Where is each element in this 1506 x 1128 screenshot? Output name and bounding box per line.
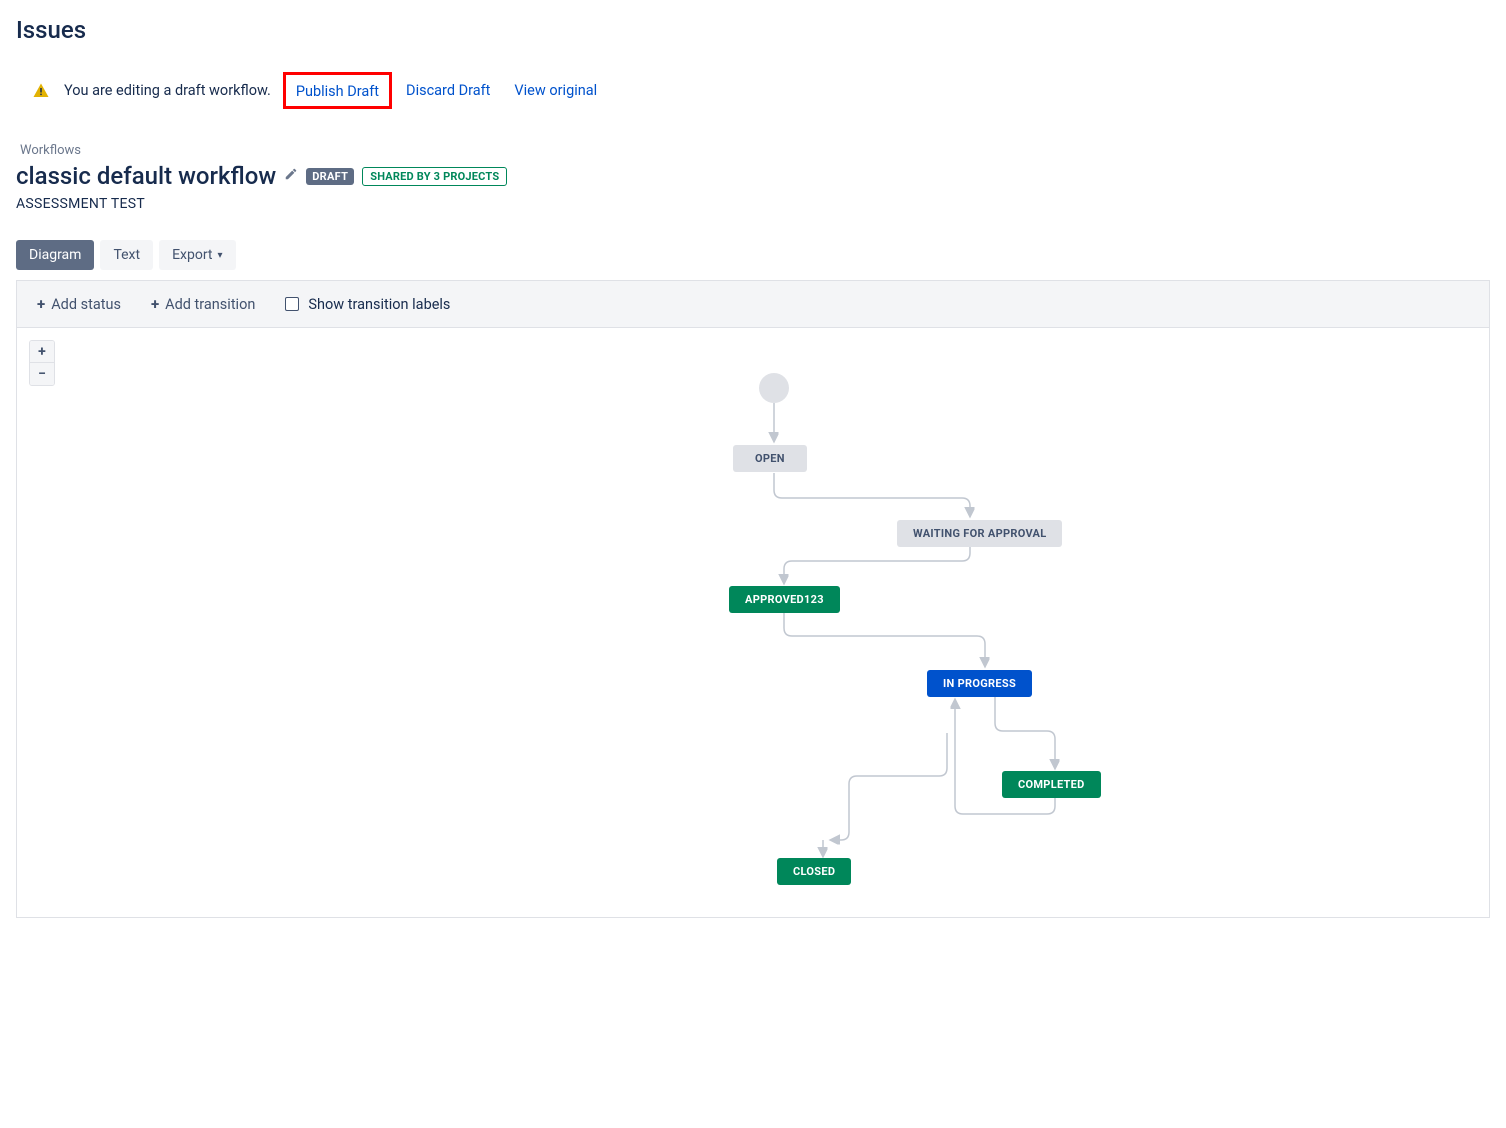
status-approved[interactable]: APPROVED123 [729, 586, 840, 613]
status-waiting-for-approval[interactable]: WAITING FOR APPROVAL [897, 520, 1062, 547]
diagram-canvas[interactable]: + − OPEN WAITING FOR APPROVAL APPROVED12… [16, 328, 1490, 918]
view-original-link[interactable]: View original [514, 82, 597, 99]
tab-export[interactable]: Export ▾ [159, 240, 235, 270]
tab-text[interactable]: Text [100, 240, 153, 270]
publish-draft-link[interactable]: Publish Draft [296, 83, 379, 100]
show-transition-labels-label: Show transition labels [308, 296, 450, 313]
draft-banner-text: You are editing a draft workflow. [64, 82, 271, 99]
tab-diagram[interactable]: Diagram [16, 240, 94, 270]
show-transition-labels-toggle[interactable]: Show transition labels [285, 296, 450, 313]
workflow-header: classic default workflow DRAFT SHARED BY… [16, 162, 1490, 190]
add-status-button[interactable]: + Add status [37, 295, 121, 313]
plus-icon: + [151, 295, 159, 313]
tab-export-label: Export [172, 247, 212, 263]
page-title: Issues [16, 16, 1490, 44]
draft-banner: You are editing a draft workflow. Publis… [16, 66, 1490, 115]
add-transition-label: Add transition [165, 296, 255, 313]
pencil-icon[interactable] [284, 167, 298, 185]
view-tabs: Diagram Text Export ▾ [16, 240, 1490, 270]
chevron-down-icon: ▾ [218, 250, 223, 261]
diagram-toolbar: + Add status + Add transition Show trans… [16, 280, 1490, 328]
draft-badge: DRAFT [306, 168, 354, 185]
highlight-publish: Publish Draft [283, 72, 392, 109]
add-status-label: Add status [51, 296, 121, 313]
breadcrumb[interactable]: Workflows [16, 143, 1490, 158]
workflow-start-node[interactable] [759, 373, 789, 403]
plus-icon: + [37, 295, 45, 313]
warning-icon [32, 82, 50, 100]
workflow-title: classic default workflow [16, 162, 276, 190]
workflow-subtitle: ASSESSMENT TEST [16, 196, 1490, 212]
status-in-progress[interactable]: IN PROGRESS [927, 670, 1032, 697]
status-open[interactable]: OPEN [733, 445, 807, 472]
discard-draft-link[interactable]: Discard Draft [406, 82, 490, 99]
checkbox-icon [285, 297, 299, 311]
add-transition-button[interactable]: + Add transition [151, 295, 255, 313]
status-completed[interactable]: COMPLETED [1002, 771, 1101, 798]
shared-badge[interactable]: SHARED BY 3 PROJECTS [362, 167, 507, 186]
status-closed[interactable]: CLOSED [777, 858, 851, 885]
